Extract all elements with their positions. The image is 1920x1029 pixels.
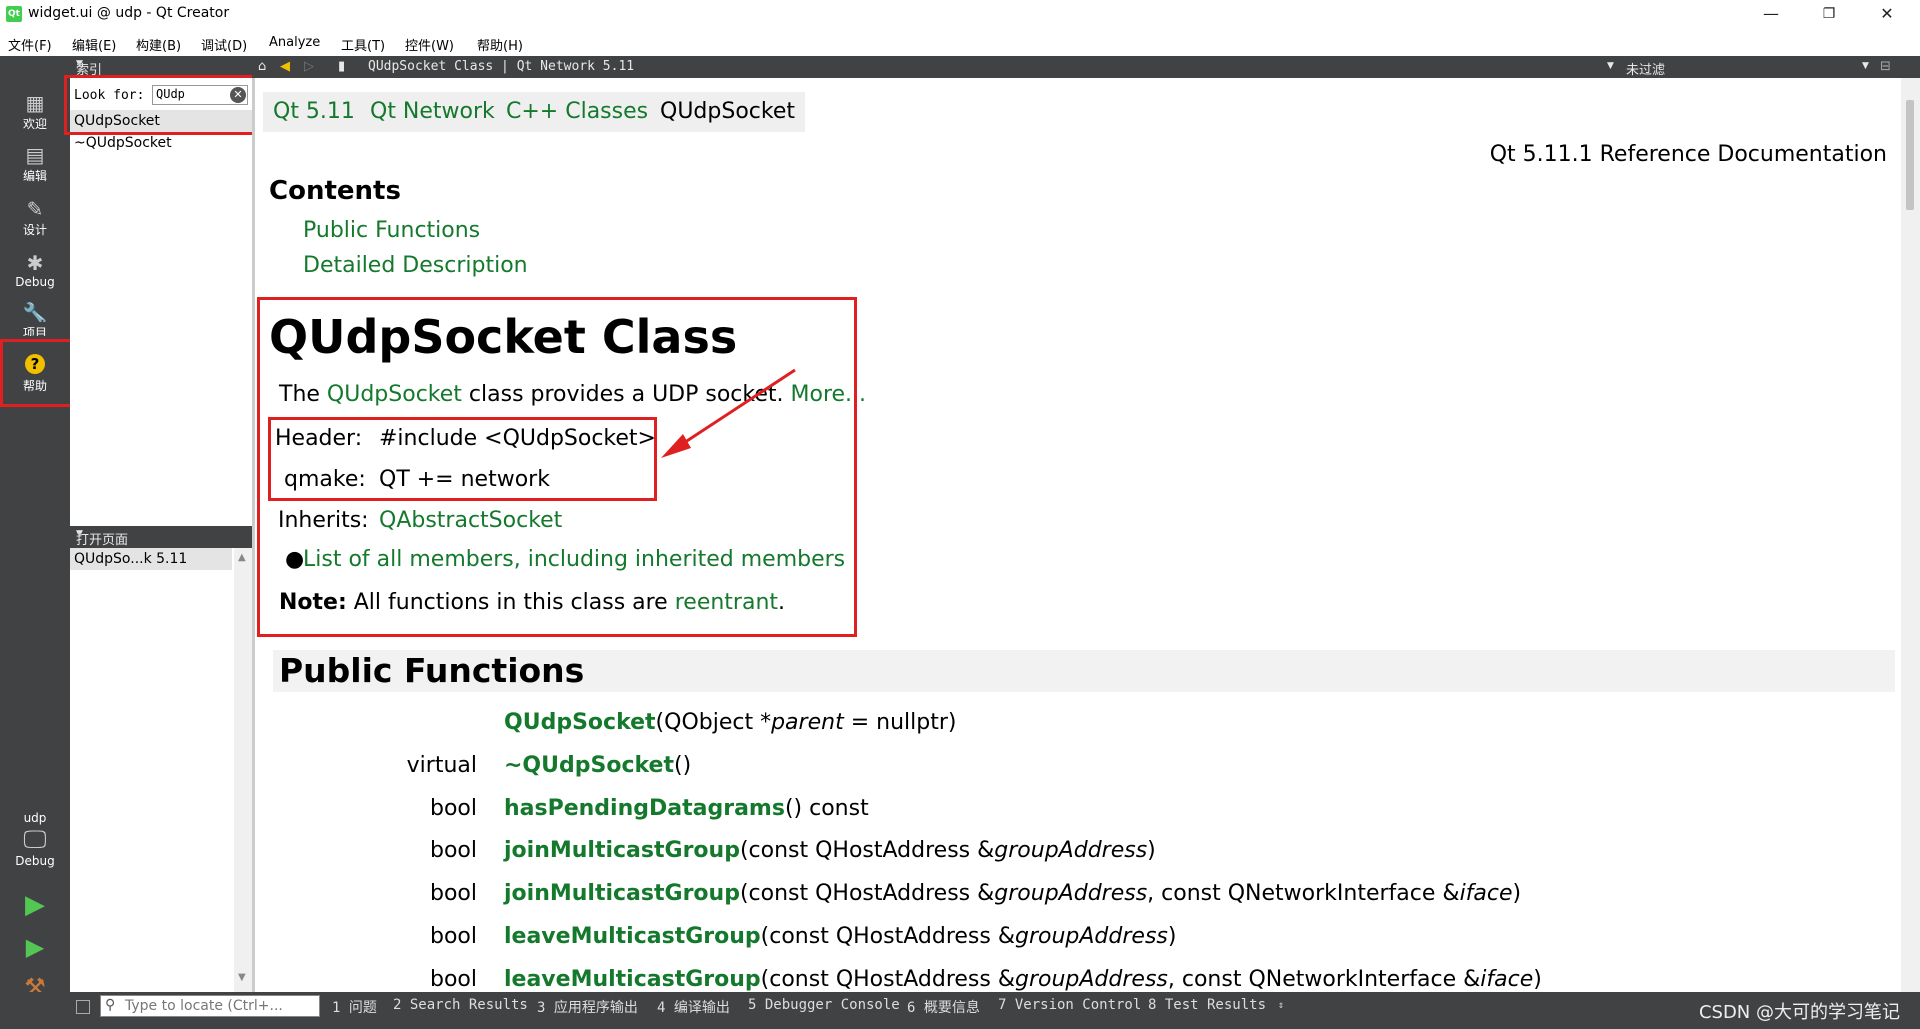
mode-help-label: 帮助 bbox=[22, 379, 47, 393]
annotation-arrow bbox=[661, 368, 796, 458]
mode-projects-label-wrap: 项目 bbox=[0, 322, 70, 336]
split-icon[interactable]: » bbox=[76, 58, 248, 71]
kit-selector[interactable]: udp 🖵 Debug bbox=[0, 810, 70, 868]
chevron-down-icon[interactable]: ▼ bbox=[1862, 61, 1869, 71]
open-pages-header: 打开页面 ▼ » bbox=[70, 526, 252, 548]
split-view-icon[interactable]: ⊟ bbox=[1880, 59, 1891, 74]
mode-edit-label: 编辑 bbox=[22, 169, 47, 183]
monitor-icon: 🖵 bbox=[23, 825, 47, 853]
close-button[interactable]: ✕ bbox=[1858, 0, 1916, 28]
scroll-up-icon[interactable]: ▲ bbox=[238, 552, 246, 563]
minimize-button[interactable]: — bbox=[1742, 0, 1800, 28]
maximize-button[interactable]: ❐ bbox=[1800, 0, 1858, 28]
pencil-icon: ✎ bbox=[26, 197, 44, 221]
run-button[interactable]: ▶ bbox=[0, 890, 70, 920]
tab-test-results[interactable]: 8 Test Results bbox=[1148, 997, 1266, 1013]
menu-controls[interactable]: 控件(W) bbox=[405, 35, 454, 54]
mode-design-label: 设计 bbox=[22, 223, 47, 237]
mode-design[interactable]: ✎ 设计 bbox=[0, 198, 70, 238]
search-icon: ⚲ bbox=[105, 997, 116, 1013]
open-pages-scrollbar[interactable]: ▲ ▼ bbox=[234, 548, 252, 992]
index-panel: 索引 ▼ » Look for: QUdp ✕ QUdpSocket ~QUdp… bbox=[70, 56, 252, 992]
locate-placeholder: Type to locate (Ctrl+... bbox=[125, 998, 283, 1014]
menu-help[interactable]: 帮助(H) bbox=[477, 35, 523, 54]
tab-version-control[interactable]: 7 Version Control bbox=[998, 997, 1141, 1013]
menu-tools[interactable]: 工具(T) bbox=[341, 35, 385, 54]
mode-debug-label: Debug bbox=[15, 275, 55, 289]
menu-analyze[interactable]: Analyze bbox=[269, 35, 320, 50]
tab-debugger-console[interactable]: 5 Debugger Console bbox=[748, 997, 900, 1013]
filter-select[interactable]: 未过滤 bbox=[1626, 59, 1665, 78]
mode-sidebar: ▦ 欢迎 ▤ 编辑 ✎ 设计 ✱ Debug 🔧 项目 ? 帮助 udp 🖵 D… bbox=[0, 56, 70, 1029]
tab-general-messages[interactable]: 6 概要信息 bbox=[907, 997, 980, 1017]
qt-creator-app-icon: Qt bbox=[6, 6, 22, 22]
scrollbar-thumb[interactable] bbox=[1906, 100, 1914, 210]
mode-edit[interactable]: ▤ 编辑 bbox=[0, 144, 70, 184]
open-page-item[interactable]: QUdpSo...k 5.11 bbox=[70, 548, 232, 570]
forward-icon[interactable]: ▷ bbox=[304, 59, 314, 74]
kit-build-config: Debug bbox=[15, 854, 55, 868]
mode-welcome[interactable]: ▦ 欢迎 bbox=[0, 92, 70, 132]
menu-build[interactable]: 构建(B) bbox=[136, 35, 181, 54]
tab-search-results[interactable]: 2 Search Results bbox=[393, 997, 528, 1013]
open-pages-list: QUdpSo...k 5.11 ▲ ▼ bbox=[70, 548, 252, 992]
bookmark-icon[interactable]: ▮ bbox=[338, 59, 345, 74]
tab-compile-output[interactable]: 4 编译输出 bbox=[657, 997, 730, 1017]
status-bar: ⚲ Type to locate (Ctrl+... 1 问题 2 Search… bbox=[0, 992, 1920, 1029]
home-icon[interactable]: ⌂ bbox=[258, 59, 266, 74]
debug-run-button[interactable]: ▶ bbox=[0, 933, 70, 961]
index-panel-header: 索引 ▼ » bbox=[70, 56, 252, 78]
mode-debug[interactable]: ✱ Debug bbox=[0, 252, 70, 289]
wrench-icon: 🔧 bbox=[22, 302, 48, 322]
document-scrollbar[interactable] bbox=[1901, 78, 1920, 992]
bug-icon: ✱ bbox=[26, 251, 44, 275]
menu-bar: 文件(F) 编辑(E) 构建(B) 调试(D) Analyze 工具(T) 控件… bbox=[0, 28, 1920, 56]
scroll-down-icon[interactable]: ▼ bbox=[238, 972, 246, 983]
tab-application-output[interactable]: 3 应用程序输出 bbox=[537, 997, 638, 1017]
help-document-view: Qt 5.11 Qt Network C++ Classes QUdpSocke… bbox=[255, 78, 1901, 992]
debug-run-icon: ▶ bbox=[25, 933, 45, 961]
kit-project-name: udp bbox=[23, 811, 47, 825]
sidebar-toggle-icon[interactable] bbox=[76, 1000, 90, 1014]
split-icon[interactable]: » bbox=[76, 528, 248, 541]
mode-projects[interactable]: 🔧 bbox=[0, 302, 70, 322]
grid-icon: ▦ bbox=[25, 91, 45, 115]
index-result-item[interactable]: QUdpSocket bbox=[70, 110, 252, 132]
back-icon[interactable]: ◀ bbox=[280, 59, 290, 74]
more-tabs-icon[interactable]: ⇕ bbox=[1278, 1000, 1284, 1011]
mode-help[interactable]: ? 帮助 bbox=[0, 354, 70, 394]
help-question-icon: ? bbox=[25, 354, 45, 374]
document-icon: ▤ bbox=[25, 143, 45, 167]
tab-issues[interactable]: 1 问题 bbox=[332, 997, 377, 1017]
menu-file[interactable]: 文件(F) bbox=[8, 35, 52, 54]
mode-welcome-label: 欢迎 bbox=[22, 117, 47, 131]
chevron-down-icon[interactable]: ▼ bbox=[1607, 61, 1614, 71]
run-icon: ▶ bbox=[25, 890, 45, 920]
page-title-label: QUdpSocket Class | Qt Network 5.11 bbox=[368, 59, 635, 74]
menu-debug[interactable]: 调试(D) bbox=[201, 35, 247, 54]
locate-input[interactable]: ⚲ Type to locate (Ctrl+... bbox=[100, 995, 320, 1017]
window-title: widget.ui @ udp - Qt Creator bbox=[28, 5, 230, 21]
look-for-label: Look for: bbox=[74, 88, 145, 103]
arrow-head bbox=[661, 434, 691, 458]
title-bar: Qt widget.ui @ udp - Qt Creator — ❐ ✕ bbox=[0, 0, 1920, 28]
help-content-toolbar: ⌂ ◀ ▷ ▮ QUdpSocket Class | Qt Network 5.… bbox=[252, 56, 1920, 78]
mode-projects-label: 项目 bbox=[22, 326, 47, 336]
clear-search-icon[interactable]: ✕ bbox=[230, 87, 246, 103]
watermark: CSDN @大可的学习笔记 bbox=[1698, 1002, 1900, 1023]
menu-edit[interactable]: 编辑(E) bbox=[72, 35, 116, 54]
index-result-item[interactable]: ~QUdpSocket bbox=[70, 132, 252, 154]
